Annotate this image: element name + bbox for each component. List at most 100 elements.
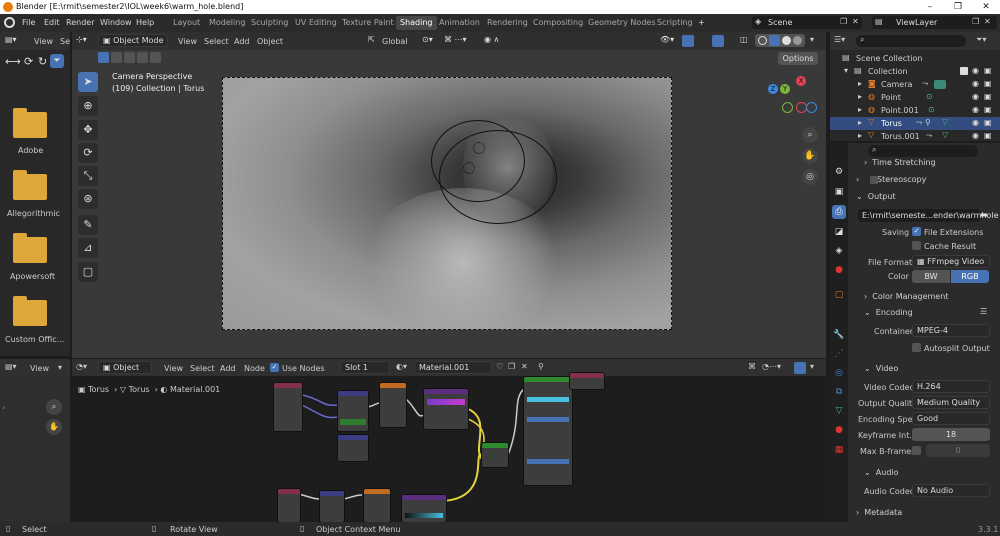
camera-icon[interactable]: ▣ <box>984 66 992 75</box>
rotate-tool-icon[interactable]: ⟳ <box>78 143 98 163</box>
physics-tab-icon[interactable]: ◎ <box>832 366 846 380</box>
editor-type-icon[interactable]: ▤▾ <box>5 35 17 44</box>
expand-arrow-icon[interactable]: ▸ <box>858 92 862 101</box>
expand-arrow-icon[interactable]: › <box>2 403 5 412</box>
blender-menu-icon[interactable] <box>4 17 15 28</box>
tab-geometry-nodes[interactable]: Geometry Nodes <box>588 18 655 27</box>
folder-icon[interactable]: ▬ <box>980 210 988 219</box>
tab-compositing[interactable]: Compositing <box>533 18 583 27</box>
axis-neg-z-handle[interactable] <box>806 102 817 113</box>
mode-dropdown[interactable]: ▣ Object Mode <box>98 34 168 47</box>
tab-layout[interactable]: Layout <box>173 18 200 27</box>
close-button[interactable]: ✕ <box>972 0 1000 14</box>
file-format-dropdown[interactable]: ▦ FFmpeg Video <box>912 255 990 268</box>
color-ramp-gradient[interactable] <box>427 399 465 405</box>
camera-view-icon[interactable]: ◎ <box>802 169 818 185</box>
new-scene-icon[interactable]: ❐ <box>840 17 847 26</box>
wireframe-icon[interactable] <box>758 36 767 45</box>
add-cube-tool-icon[interactable]: ▢ <box>78 262 98 282</box>
collection-row[interactable]: ▾ ▤ Collection ◉ ▣ <box>838 65 998 78</box>
editor-type-icon[interactable]: ☰▾ <box>834 35 845 44</box>
axis-y-handle[interactable]: Y <box>780 84 790 94</box>
camera-icon[interactable]: ▣ <box>984 105 992 114</box>
camera-icon[interactable]: ▣ <box>984 118 992 127</box>
proportional-edit-icon[interactable]: ◉ ∧ <box>484 35 499 44</box>
add-workspace-button[interactable]: + <box>698 18 705 27</box>
annotate-tool-icon[interactable]: ✎ <box>78 215 98 235</box>
checkbox-icon[interactable] <box>960 67 968 75</box>
eye-icon[interactable]: ◉ <box>972 131 979 140</box>
texture-coordinate-node[interactable] <box>274 383 302 431</box>
camera-icon[interactable]: ▣ <box>984 79 992 88</box>
presets-icon[interactable]: ☰ <box>980 307 987 316</box>
particles-tab-icon[interactable]: ⋰ <box>832 347 846 361</box>
node-field[interactable] <box>527 459 569 464</box>
pan-hand-icon[interactable]: ✋ <box>802 148 818 164</box>
expand-arrow-icon[interactable]: ▸ <box>858 105 862 114</box>
audio-header[interactable]: ⌄ Audio <box>864 468 899 477</box>
filter-icon[interactable]: ⏷▾ <box>976 35 986 45</box>
properties-search[interactable]: ⌕ <box>868 145 978 157</box>
texture-coordinate-node[interactable] <box>278 489 300 522</box>
audio-codec-dropdown[interactable]: No Audio <box>912 484 990 497</box>
overlay-toggle-icon[interactable] <box>712 35 724 47</box>
scale-tool-icon[interactable]: ⤡ <box>78 166 98 186</box>
move-tool-icon[interactable]: ✥ <box>78 120 98 140</box>
scene-tab-icon[interactable]: ◈ <box>832 244 846 258</box>
node-field[interactable] <box>340 419 366 425</box>
measure-tool-icon[interactable]: ⊿ <box>78 238 98 258</box>
outliner-item[interactable]: ▸ ◙ Camera ⤳ ◉ ▣ <box>830 78 1000 91</box>
menu-view[interactable]: View <box>34 37 53 46</box>
tab-animation[interactable]: Animation <box>439 18 480 27</box>
menu-render[interactable]: Render <box>66 18 94 27</box>
folder-icon[interactable] <box>13 108 47 138</box>
maximize-button[interactable]: ❐ <box>944 0 972 14</box>
outliner-item[interactable]: ▸ ▽ Torus.001 ⤳ ▽ ◉ ▣ <box>830 130 1000 143</box>
eye-icon[interactable]: ◉ <box>972 92 979 101</box>
file-extensions-checkbox[interactable]: ✓ <box>912 227 921 236</box>
menu-object[interactable]: Object <box>257 37 283 46</box>
new-view-layer-icon[interactable]: ❐ <box>972 17 979 26</box>
tab-rendering[interactable]: Rendering <box>487 18 528 27</box>
folder-name[interactable]: Apowersoft <box>10 272 55 281</box>
folder-icon[interactable] <box>13 233 47 263</box>
color-rgb-button[interactable]: RGB <box>951 270 989 283</box>
folder-icon[interactable] <box>13 296 47 326</box>
folder-name[interactable]: Custom Offic... <box>5 335 64 344</box>
object-tab-icon[interactable]: ▢ <box>832 288 846 302</box>
encoding-header[interactable]: ⌄ Encoding <box>864 308 913 317</box>
visibility-icon[interactable]: 👁▾ <box>660 35 674 44</box>
select-subtract-icon[interactable] <box>124 52 135 63</box>
mix-shader-node[interactable] <box>482 443 508 467</box>
shading-mode-group[interactable] <box>755 34 805 47</box>
color-ramp-node[interactable] <box>402 495 446 522</box>
output-path-field[interactable]: E:\rmit\semeste...ender\warmhole <box>858 209 999 222</box>
camera-icon[interactable]: ▣ <box>984 92 992 101</box>
menu-view[interactable]: View <box>178 37 197 46</box>
outliner-item[interactable]: ▸ ◍ Point ⊙ ◉ ▣ <box>830 91 1000 104</box>
xray-icon[interactable]: ◫ <box>740 35 748 44</box>
keyframe-interval-field[interactable]: 18 <box>912 428 990 441</box>
node-field[interactable] <box>527 397 569 402</box>
material-tab-icon[interactable]: ● <box>832 423 846 437</box>
refresh-icon[interactable]: ⟳ <box>24 55 33 68</box>
transform-orientation[interactable]: Global <box>382 37 408 46</box>
tab-shading[interactable]: Shading <box>396 16 437 30</box>
tab-uv-editing[interactable]: UV Editing <box>295 18 337 27</box>
mapping-node[interactable] <box>320 491 344 522</box>
tool-tab-icon[interactable]: ⚙ <box>832 165 846 179</box>
principled-bsdf-node[interactable] <box>524 377 572 485</box>
world-tab-icon[interactable]: ● <box>832 263 846 277</box>
expand-arrow-icon[interactable]: ▸ <box>858 118 862 127</box>
dropdown-arrow-icon[interactable]: ▾ <box>58 363 62 372</box>
noise-texture-node[interactable] <box>364 489 390 522</box>
folder-name[interactable]: Adobe <box>18 146 43 155</box>
eye-icon[interactable]: ◉ <box>972 79 979 88</box>
select-new-icon[interactable] <box>98 52 109 63</box>
menu-view[interactable]: View <box>30 364 49 373</box>
color-bw-button[interactable]: BW <box>912 270 950 283</box>
node-field[interactable] <box>527 417 569 422</box>
select-intersect-icon[interactable] <box>150 52 161 63</box>
eye-icon[interactable]: ◉ <box>972 66 979 75</box>
axis-z-handle[interactable]: Z <box>768 84 778 94</box>
